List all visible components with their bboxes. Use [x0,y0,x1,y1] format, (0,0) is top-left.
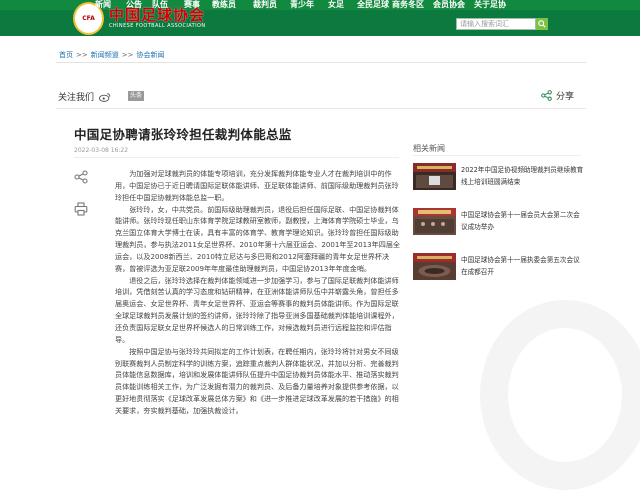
search-icon [538,20,546,28]
article-paragraph: 为加强对足球裁判员的体能专项培训，充分发挥裁判体能专业人才在裁判培训中的作用，中… [115,169,399,202]
breadcrumb-association-news[interactable]: 协会新闻 [136,51,164,59]
nav-item[interactable]: 教练员 [212,0,236,10]
divider [56,62,586,63]
nav-item[interactable]: 商务冬区 [392,0,424,10]
nav-item[interactable]: 裁判员 [253,0,277,10]
breadcrumb-home[interactable]: 首页 [59,51,73,59]
breadcrumb: 首页 >> 新闻频道 >> 协会新闻 [59,50,164,60]
related-news-text: 中国足球协会第十一届执委会第五次会议在成都召开 [461,256,580,276]
search-button[interactable] [536,18,548,30]
article-paragraph: 按照中国足协与张玲玲共同拟定的工作计划表，在聘任期内，张玲玲将针对男女不同级别联… [115,346,399,415]
related-news-item[interactable]: 中国足球协会第十一届会员大会第二次会议成功举办 [413,208,585,238]
divider [413,155,581,156]
related-news-item[interactable]: 2022年中国足协视频助理裁判员继续教育线上培训班圆满结束 [413,163,585,193]
nav-item[interactable]: 队伍 [152,0,168,10]
related-news-text: 中国足球协会第十一届会员大会第二次会议成功举办 [461,211,580,231]
nav-item[interactable]: 青少年 [290,0,314,10]
divider [56,108,586,109]
divider [74,157,399,158]
nav-item[interactable]: 会员协会 [433,0,465,10]
breadcrumb-news[interactable]: 新闻频道 [91,51,119,59]
article-body: 为加强对足球裁判员的体能专项培训，充分发挥裁判体能专业人才在裁判培训中的作用，中… [115,168,402,417]
nav-item[interactable]: 女足 [328,0,344,10]
related-news-title: 相关新闻 [413,144,445,153]
weibo-icon[interactable] [99,92,111,102]
share-icon [541,90,552,101]
print-icon[interactable] [74,202,88,216]
article-paragraph: 张玲玲，女，中共党员。前国际级助理裁判员，退役后担任国际足联、中国足协裁判体能讲… [115,204,401,273]
breadcrumb-sep: >> [121,51,134,59]
follow-label: 关注我们 [58,93,95,103]
search-input[interactable]: 请输入搜索词汇 [456,18,536,30]
cfa-watermark [480,300,640,490]
breadcrumb-sep: >> [76,51,88,59]
nav-item[interactable]: 关于足协 [474,0,506,10]
nav-item[interactable]: 赛事 [184,0,200,10]
news-thumbnail [413,163,456,190]
share-icon[interactable] [74,170,88,184]
nav-item[interactable]: 新闻 [95,0,111,10]
logo-en: CHINESE FOOTBALL ASSOCIATION [109,22,206,29]
share-button[interactable]: 分享 [541,89,574,102]
news-thumbnail [413,208,456,235]
article-paragraph: 退役之后，张玲玲选择在裁判体能领域进一步加强学习，参与了国际足联裁判体能讲师培训… [115,275,399,344]
news-thumbnail [413,253,456,280]
article-title: 中国足协聘请张玲玲担任裁判体能总监 [74,127,292,142]
article-date: 2022-03-08 16:22 [74,147,129,154]
nav-item[interactable]: 公告 [126,0,142,10]
badge-text: CFA [82,14,95,22]
nav-item[interactable]: 全民足球 [357,0,389,10]
follow-us: 关注我们 [58,90,111,103]
related-news-item[interactable]: 中国足球协会第十一届执委会第五次会议在成都召开 [413,253,585,283]
related-news-text: 2022年中国足协视频助理裁判员继续教育线上培训班圆满结束 [461,166,584,186]
share-label: 分享 [556,92,575,102]
toutiao-icon[interactable]: 头条 [128,91,145,101]
